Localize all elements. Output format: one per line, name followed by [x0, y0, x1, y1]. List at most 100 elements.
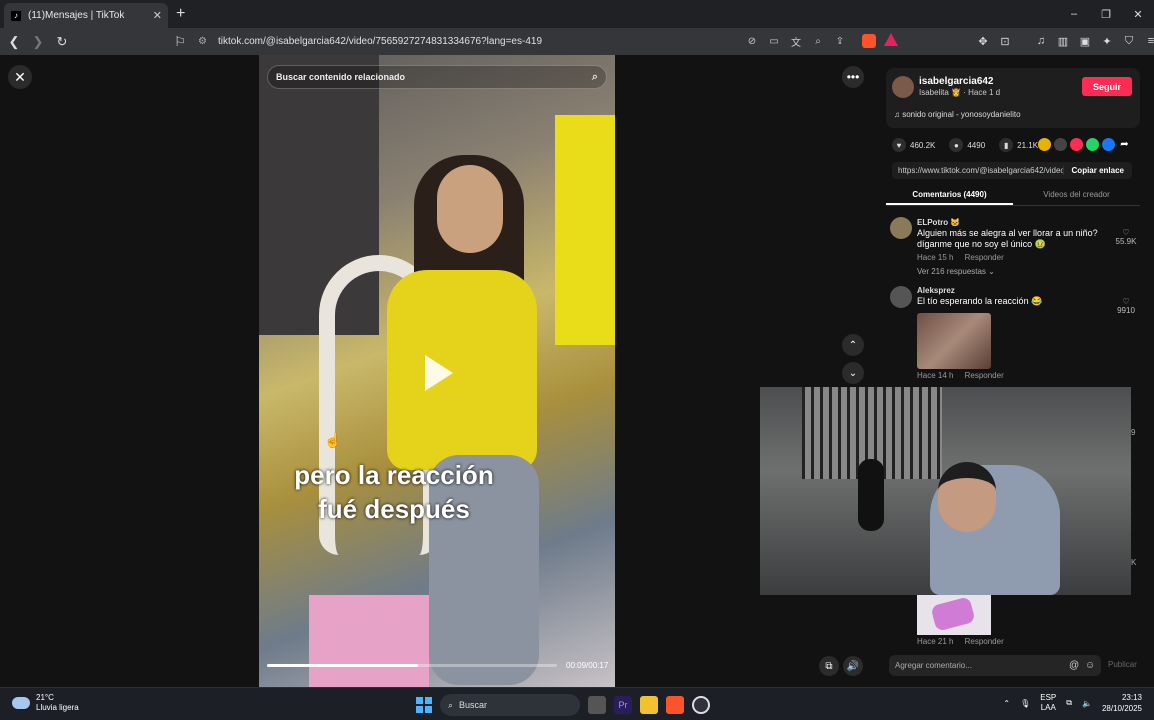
comment-author[interactable]: ELPotro 🐱	[917, 218, 960, 227]
weather-widget[interactable]: 21°C Lluvia ligera	[12, 693, 79, 713]
share-icon[interactable]: ⇪	[832, 32, 848, 50]
heart-icon[interactable]: ♥	[892, 138, 906, 152]
bookmark-icon[interactable]: ⚐	[170, 32, 190, 52]
screenshot-icon[interactable]: ⊡	[996, 32, 1014, 50]
related-search-input[interactable]: Buscar contenido relacionado ⌕	[267, 65, 607, 89]
comment-icon[interactable]: ●	[949, 138, 964, 152]
creator-avatar[interactable]	[892, 76, 914, 98]
new-tab-button[interactable]: +	[176, 5, 185, 23]
no-tracking-icon[interactable]: ⊘	[744, 32, 760, 50]
wallet-icon[interactable]: ▣	[1076, 32, 1094, 50]
browser-tab-active[interactable]: ♪ (11)Mensajes | TikTok ✕	[4, 3, 168, 28]
restore-button[interactable]: ❐	[1090, 0, 1122, 28]
comment-time: Hace 15 h	[917, 253, 954, 262]
comment-author[interactable]: Aleksprez	[917, 286, 955, 295]
weather-temperature: 21°C	[36, 693, 54, 702]
extensions-icon[interactable]: ✥	[974, 32, 992, 50]
forward-icon[interactable]: ❯	[28, 32, 48, 52]
volume-icon[interactable]: 🔊	[843, 656, 863, 676]
bookmark-icon[interactable]: ▮	[999, 138, 1014, 152]
translate-icon[interactable]: 文	[788, 32, 804, 50]
reply-button[interactable]: Responder	[965, 637, 1004, 646]
media-icon[interactable]: ♫	[1032, 32, 1050, 50]
video-caption-line2: fué después	[318, 494, 470, 524]
more-options-icon[interactable]: •••	[842, 66, 864, 88]
premiere-pro-icon[interactable]: Pr	[614, 696, 632, 714]
site-info-icon[interactable]: ⚙	[198, 36, 212, 47]
tab-comments[interactable]: Comentarios (4490)	[886, 186, 1013, 205]
speaker-icon[interactable]: 🔈	[1082, 699, 1092, 708]
video-scene-jersey	[555, 115, 615, 345]
publish-button[interactable]: Publicar	[1108, 660, 1137, 669]
language-code: ESP	[1040, 693, 1057, 702]
comment-avatar[interactable]	[890, 286, 912, 308]
cast-icon[interactable]: ▭	[766, 32, 782, 50]
reply-button[interactable]: Responder	[965, 371, 1004, 380]
comment-like[interactable]: ♡ 55.9K	[1112, 228, 1140, 246]
browser-titlebar: ♪ (11)Mensajes | TikTok ✕ + – ❐ ✕	[0, 0, 1154, 28]
vpn-icon[interactable]: ⛉	[1120, 32, 1138, 50]
system-tray: ⌃ 🎙 ESP LAA ⧉ 🔈 23:13 28/10/2025	[1003, 692, 1142, 714]
sidebar-icon[interactable]: ▥	[1054, 32, 1072, 50]
likes-count: 460.2K	[910, 140, 936, 150]
facebook-icon[interactable]	[1102, 138, 1115, 151]
view-replies-button[interactable]: Ver 216 respuestas ⌄	[917, 267, 995, 276]
obs-icon[interactable]	[692, 696, 710, 714]
brave-rewards-icon[interactable]	[884, 33, 898, 46]
mention-icon[interactable]: @	[1069, 660, 1085, 671]
comment-input[interactable]: Agregar comentario... @ ☺	[889, 655, 1101, 676]
repost-icon[interactable]	[1070, 138, 1083, 151]
emoji-icon[interactable]: ☺	[1085, 660, 1101, 671]
reply-button[interactable]: Responder	[965, 253, 1004, 262]
leo-ai-icon[interactable]: ✦	[1098, 32, 1116, 50]
menu-icon[interactable]: ≡	[1142, 32, 1154, 50]
video-scene-face	[437, 165, 503, 253]
search-icon[interactable]: ⌕	[592, 71, 598, 84]
rain-cloud-icon	[12, 697, 30, 709]
back-icon[interactable]: ❮	[4, 32, 24, 52]
network-icon[interactable]: ⧉	[1066, 698, 1072, 708]
embed-icon[interactable]	[1054, 138, 1067, 151]
tab-close-icon[interactable]: ✕	[153, 9, 162, 22]
reload-icon[interactable]: ↻	[52, 32, 72, 52]
sound-link[interactable]: ♫ sonido original - yonosoydanielito	[894, 110, 1021, 119]
brave-browser-icon[interactable]	[666, 696, 684, 714]
whatsapp-icon[interactable]	[1086, 138, 1099, 151]
tray-overflow-icon[interactable]: ⌃	[1003, 699, 1010, 708]
microphone-icon[interactable]: 🎙	[1020, 699, 1030, 708]
video-progress-bar[interactable]	[267, 664, 557, 667]
close-window-button[interactable]: ✕	[1122, 0, 1154, 28]
webcam-microphone	[858, 459, 884, 531]
video-time: 00:09/00:17	[566, 661, 609, 670]
comment-avatar[interactable]	[890, 217, 912, 239]
mouse-cursor-icon: ☝	[324, 432, 342, 448]
heart-outline-icon[interactable]: ♡	[1112, 297, 1140, 306]
close-viewer-button[interactable]: ✕	[8, 65, 32, 89]
related-search-placeholder: Buscar contenido relacionado	[276, 72, 406, 82]
next-video-button[interactable]: ⌄	[842, 362, 864, 384]
video-caption-line1: pero la reacción	[294, 460, 494, 490]
brave-shields-icon[interactable]	[862, 34, 876, 48]
language-indicator[interactable]: ESP LAA	[1040, 693, 1056, 713]
comment-like[interactable]: ♡ 9910	[1112, 297, 1140, 315]
creator-username[interactable]: isabelgarcia642	[919, 76, 994, 87]
file-explorer-icon[interactable]	[640, 696, 658, 714]
taskbar-search[interactable]: ⌕ Buscar	[440, 694, 580, 716]
video-link-url[interactable]: https://www.tiktok.com/@isabelgarcia642/…	[898, 166, 1063, 175]
copy-link-button[interactable]: Copiar enlace	[1062, 166, 1132, 175]
previous-video-button[interactable]: ⌃	[842, 334, 864, 356]
play-icon[interactable]	[425, 355, 453, 391]
weather-text: 21°C Lluvia ligera	[36, 693, 79, 713]
task-view-icon[interactable]	[588, 696, 606, 714]
minimize-button[interactable]: –	[1058, 0, 1090, 28]
share-arrow-icon[interactable]: ➦	[1118, 138, 1131, 151]
zoom-icon[interactable]: ⌕	[810, 32, 826, 50]
clock-date: 28/10/2025	[1101, 704, 1142, 713]
coin-icon[interactable]	[1038, 138, 1051, 151]
windows-start-icon[interactable]	[416, 697, 432, 713]
follow-button[interactable]: Seguir	[1082, 77, 1132, 96]
tab-creator-videos[interactable]: Videos del creador	[1013, 186, 1140, 205]
floating-player-icon[interactable]: ⧉	[819, 656, 839, 676]
clock[interactable]: 23:13 28/10/2025	[1102, 692, 1142, 714]
heart-outline-icon[interactable]: ♡	[1112, 228, 1140, 237]
